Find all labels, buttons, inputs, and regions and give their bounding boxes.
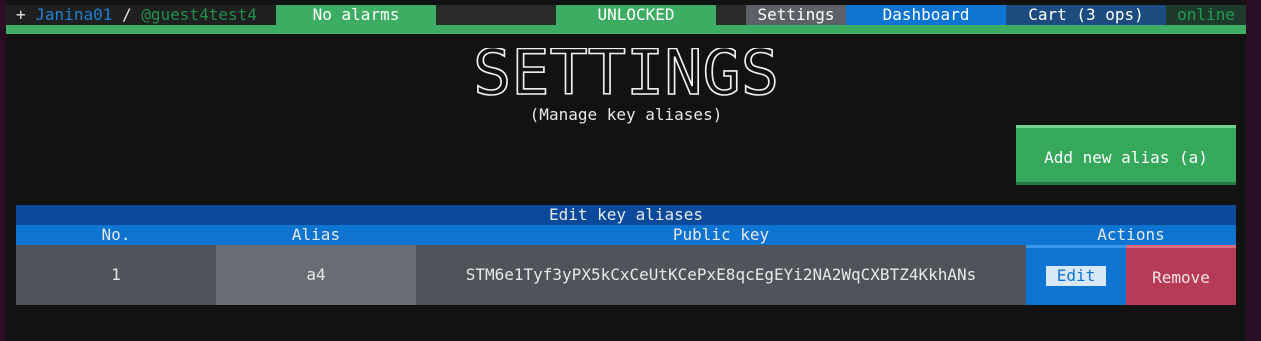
column-header-actions: Actions xyxy=(1097,225,1165,244)
add-alias-button[interactable]: Add new alias (a) xyxy=(1016,125,1236,185)
tab-settings[interactable]: Settings xyxy=(746,5,846,25)
page-subtitle: (Manage key aliases) xyxy=(529,105,723,124)
edit-cell: Edit xyxy=(1026,245,1126,305)
column-header-alias: Alias xyxy=(291,225,341,244)
tab-cart[interactable]: Cart (3 ops) xyxy=(1006,5,1166,25)
row-number: 1 xyxy=(16,245,216,305)
svg-text:SETTINGS: SETTINGS xyxy=(473,48,779,100)
status-spacer xyxy=(436,5,556,25)
account-name[interactable]: @guest4test4 xyxy=(141,5,257,24)
row-alias: a4 xyxy=(216,245,416,305)
user-indicator: + Janina01 / @guest4test4 xyxy=(6,5,276,25)
table-title: Edit key aliases xyxy=(16,205,1236,225)
table-header: No. Alias Public key Actions xyxy=(16,225,1236,245)
alarms-badge: No alarms xyxy=(276,5,436,25)
status-spacer xyxy=(716,5,746,25)
status-divider xyxy=(6,25,1246,34)
column-header-public-key: Public key xyxy=(672,225,770,244)
separator: / xyxy=(121,5,132,24)
status-bar: + Janina01 / @guest4test4 No alarms UNLO… xyxy=(6,5,1246,25)
plus-icon: + xyxy=(16,5,26,24)
aliases-table: Edit key aliases No. Alias Public key Ac… xyxy=(16,205,1236,305)
table-row: 1 a4 STM6e1Tyf3yPX5kCxCeUtKCePxE8qcEgEYi… xyxy=(16,245,1236,305)
column-header-no: No. xyxy=(101,225,131,244)
edit-button[interactable]: Edit xyxy=(1046,266,1106,286)
remove-button[interactable]: Remove xyxy=(1126,245,1236,305)
connection-status: online xyxy=(1166,5,1246,25)
terminal-window: + Janina01 / @guest4test4 No alarms UNLO… xyxy=(6,0,1246,341)
page-title: SETTINGS xyxy=(6,48,1246,104)
username[interactable]: Janina01 xyxy=(35,5,112,24)
page-title-text: SETTINGS xyxy=(472,48,780,100)
lock-status-badge[interactable]: UNLOCKED xyxy=(556,5,716,25)
row-public-key: STM6e1Tyf3yPX5kCxCeUtKCePxE8qcEgEYi2NA2W… xyxy=(416,245,1026,305)
tab-dashboard[interactable]: Dashboard xyxy=(846,5,1006,25)
